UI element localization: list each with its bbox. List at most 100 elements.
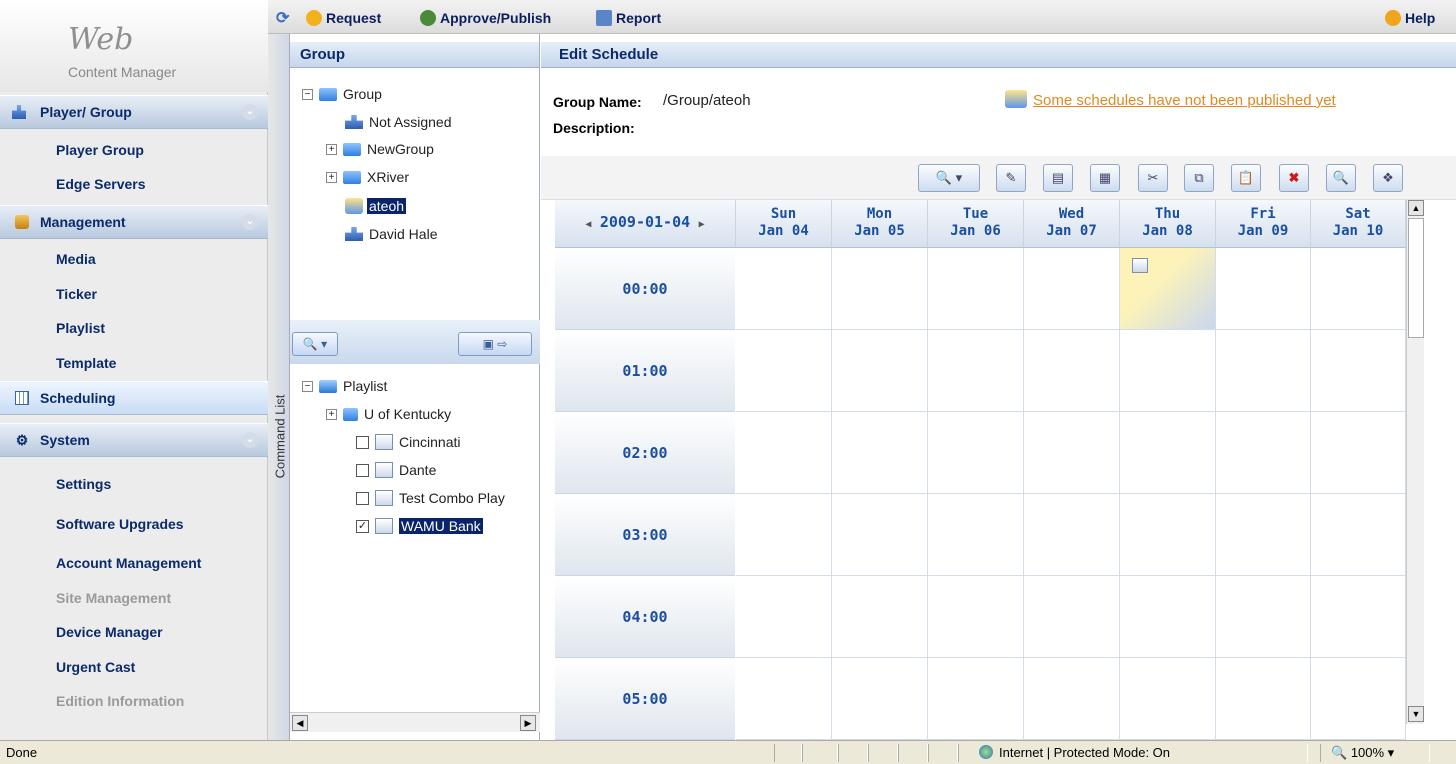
sidebar-item-urgent-cast[interactable]: Urgent Cast (56, 659, 135, 675)
delete-icon[interactable]: ✖ (1279, 164, 1309, 192)
schedule-cell[interactable] (832, 248, 928, 330)
schedule-cell[interactable] (928, 494, 1024, 576)
tree-item-test-combo-play[interactable]: Test Combo Play (356, 490, 505, 506)
schedule-cell[interactable] (1216, 248, 1311, 330)
assign-arrow-button[interactable]: ▣ ⇨ (458, 332, 532, 356)
schedule-cell[interactable] (736, 658, 832, 740)
vertical-scrollbar[interactable]: ▲ ▼ (1406, 200, 1424, 724)
tree-item-u-of-kentucky[interactable]: + U of Kentucky (326, 406, 451, 422)
chevron-down-icon[interactable]: ⌄ (242, 104, 258, 120)
chevron-down-icon[interactable]: ⌄ (242, 432, 258, 448)
tree-item-ateoh[interactable]: ateoh (345, 198, 407, 214)
unpublished-warning-link[interactable]: Some schedules have not been published y… (1033, 92, 1336, 109)
view-dropdown-button[interactable]: 🔍 ▾ (918, 164, 980, 192)
schedule-cell[interactable] (832, 330, 928, 412)
schedule-cell[interactable] (736, 494, 832, 576)
approve-publish-button[interactable]: Approve/Publish (420, 10, 551, 26)
schedule-cell[interactable] (736, 248, 832, 330)
schedule-cell[interactable] (928, 248, 1024, 330)
request-button[interactable]: Request (306, 10, 381, 26)
sidebar-item-ticker[interactable]: Ticker (56, 286, 97, 302)
tree-item-newgroup[interactable]: + NewGroup (326, 141, 434, 157)
sidebar-item-account-management[interactable]: Account Management (56, 555, 201, 571)
section-scheduling[interactable]: Scheduling (0, 381, 268, 415)
next-week-icon[interactable]: ▶ (699, 219, 705, 230)
report-button[interactable]: Report (596, 10, 661, 26)
section-system[interactable]: ⚙ System ⌄ (0, 423, 268, 457)
tree-item-not-assigned[interactable]: Not Assigned (345, 114, 452, 130)
schedule-cell[interactable] (1024, 494, 1120, 576)
schedule-cell[interactable] (1311, 494, 1406, 576)
schedule-cell[interactable] (1311, 330, 1406, 412)
section-player-group[interactable]: Player/ Group ⌄ (0, 95, 268, 129)
tree-item-playlist[interactable]: − Playlist (302, 378, 387, 394)
schedule-cell[interactable] (1024, 330, 1120, 412)
schedule-cell[interactable] (832, 494, 928, 576)
schedule-cell[interactable] (1216, 576, 1311, 658)
checkbox[interactable] (356, 463, 369, 477)
schedule-cell[interactable] (832, 576, 928, 658)
schedule-cell[interactable] (1120, 494, 1216, 576)
schedule-cell[interactable] (1024, 248, 1120, 330)
scroll-left-icon[interactable]: ◀ (292, 715, 308, 731)
schedule-cell[interactable] (1311, 658, 1406, 740)
find-icon[interactable]: ❖ (1373, 164, 1403, 192)
tree-item-xriver[interactable]: + XRiver (326, 169, 409, 185)
cut-icon[interactable]: ✂ (1138, 164, 1168, 192)
section-management[interactable]: Management ⌄ (0, 205, 268, 239)
schedule-cell[interactable] (928, 330, 1024, 412)
schedule-cell[interactable] (1311, 576, 1406, 658)
sidebar-item-device-manager[interactable]: Device Manager (56, 624, 163, 640)
zoom-control[interactable]: 🔍 100% ▾ (1320, 744, 1430, 762)
schedule-cell[interactable] (1311, 412, 1406, 494)
tree-item-dante[interactable]: Dante (356, 462, 436, 478)
expand-icon[interactable]: + (326, 408, 337, 420)
refresh-icon[interactable]: ⟳ (276, 8, 289, 28)
schedule-cell[interactable] (832, 658, 928, 740)
sidebar-item-template[interactable]: Template (56, 355, 116, 371)
checkbox-checked[interactable]: ✓ (356, 519, 369, 533)
horizontal-scrollbar[interactable]: ◀ ▶ (290, 712, 540, 732)
schedule-cell[interactable] (1216, 494, 1311, 576)
schedule-cell[interactable] (832, 412, 928, 494)
collapse-icon[interactable]: − (302, 380, 313, 392)
schedule-cell[interactable] (928, 658, 1024, 740)
schedule-cell[interactable] (1024, 412, 1120, 494)
edit-button[interactable]: ▦ (1090, 164, 1120, 192)
search-icon[interactable]: 🔍 (1326, 164, 1356, 192)
checkbox[interactable] (356, 435, 369, 449)
sidebar-item-player-group[interactable]: Player Group (56, 142, 144, 158)
prev-week-icon[interactable]: ◀ (585, 219, 591, 230)
schedule-cell[interactable] (1216, 412, 1311, 494)
checkbox[interactable] (356, 491, 369, 505)
schedule-cell[interactable] (928, 576, 1024, 658)
schedule-cell[interactable] (736, 576, 832, 658)
schedule-cell[interactable] (1120, 576, 1216, 658)
scroll-up-icon[interactable]: ▲ (1408, 200, 1424, 216)
tree-item-wamu-bank[interactable]: ✓ WAMU Bank (356, 518, 483, 534)
schedule-cell[interactable] (736, 412, 832, 494)
copy-icon[interactable]: ⧉ (1184, 164, 1214, 192)
new-schedule-button[interactable]: ✎ (996, 164, 1026, 192)
paste-icon[interactable]: 📋 (1231, 164, 1261, 192)
schedule-cell[interactable] (1024, 658, 1120, 740)
expand-icon[interactable]: + (326, 171, 337, 183)
schedule-cell[interactable] (1216, 658, 1311, 740)
tree-item-cincinnati[interactable]: Cincinnati (356, 434, 460, 450)
schedule-cell[interactable] (1120, 330, 1216, 412)
chevron-down-icon[interactable]: ⌄ (242, 214, 258, 230)
schedule-cell[interactable] (736, 330, 832, 412)
sidebar-item-edge-servers[interactable]: Edge Servers (56, 176, 146, 192)
scroll-right-icon[interactable]: ▶ (520, 715, 536, 731)
scheduled-event[interactable] (1120, 248, 1216, 330)
sidebar-item-media[interactable]: Media (56, 251, 96, 267)
schedule-cell[interactable] (1311, 248, 1406, 330)
schedule-cell[interactable] (1120, 412, 1216, 494)
schedule-cell[interactable] (928, 412, 1024, 494)
tree-item-david-hale[interactable]: David Hale (345, 226, 437, 242)
scroll-thumb[interactable] (1408, 218, 1424, 338)
schedule-cell[interactable] (1024, 576, 1120, 658)
help-button[interactable]: Help (1385, 10, 1435, 26)
search-dropdown-button[interactable]: 🔍 ▾ (292, 332, 338, 356)
security-zone[interactable]: Internet | Protected Mode: On (958, 744, 1308, 762)
